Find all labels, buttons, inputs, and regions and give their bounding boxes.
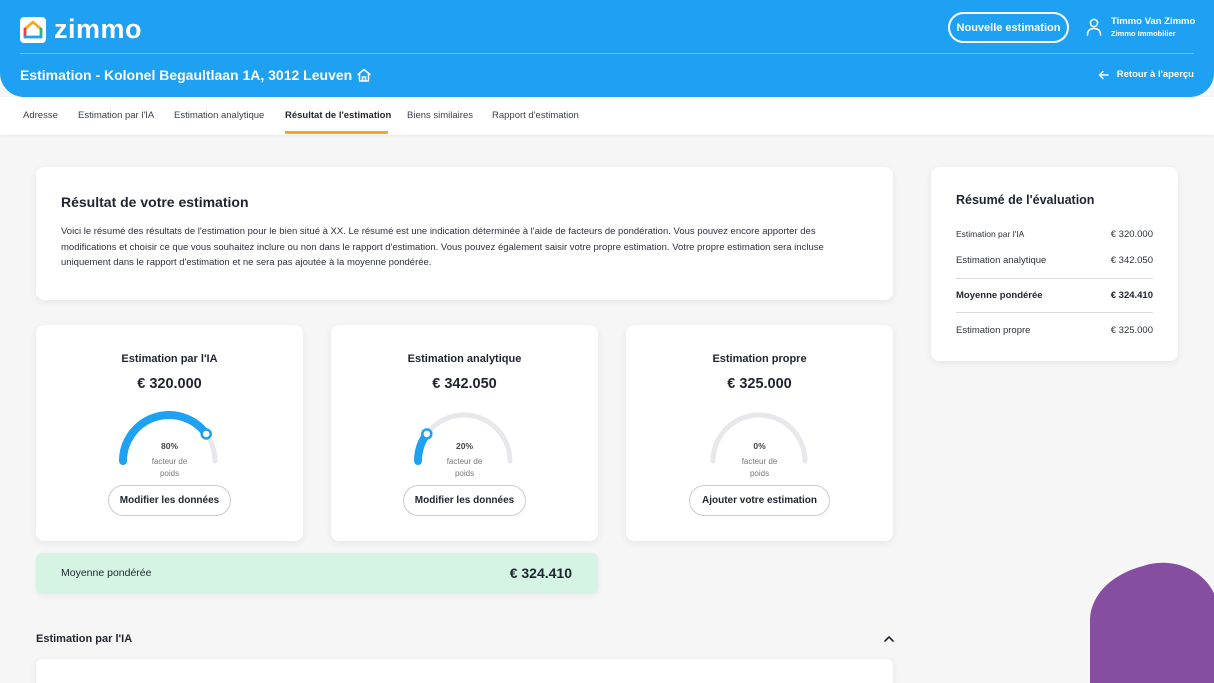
page-title: Estimation - Kolonel Begaultlaan 1A, 301… (20, 67, 353, 83)
summary-row-value: € 325.000 (1110, 325, 1153, 336)
intro-card: Résultat de votre estimation Voici le ré… (36, 167, 893, 300)
new-estimate-button[interactable]: Nouvelle estimation (948, 12, 1069, 43)
back-label: Retour à l'aperçu (1116, 69, 1194, 80)
add-estimate-button[interactable]: Ajouter votre estimation (689, 485, 830, 516)
tab-bar: Adresse Estimation par l'IA Estimation a… (0, 97, 1214, 135)
gauge-fill (119, 411, 211, 465)
zimmo-logo[interactable]: zimmo (20, 14, 142, 45)
summary-row-label: Estimation analytique (956, 255, 1047, 266)
evaluation-summary-card: Résumé de l'évaluation Estimation par l'… (931, 167, 1178, 361)
edit-data-button[interactable]: Modifier les données (403, 485, 526, 516)
user-name: Timmo Van Zimmo (1111, 16, 1196, 27)
summary-divider (956, 278, 1153, 279)
summary-row: Estimation par l'IA € 320.000 (956, 229, 1153, 240)
header-divider (20, 53, 1194, 54)
summary-row: Estimation analytique € 342.050 (956, 255, 1153, 266)
weighted-average-label: Moyenne pondérée (61, 567, 152, 579)
estimate-value: € 342.050 (432, 376, 497, 392)
estimate-title: Estimation par l'IA (121, 353, 218, 365)
summary-title: Résumé de l'évaluation (956, 193, 1095, 207)
weight-label: facteur de poids (151, 457, 188, 478)
tab-analytic-estimate[interactable]: Estimation analytique (174, 110, 264, 121)
user-icon (1086, 18, 1102, 36)
summary-row-label: Estimation propre (956, 325, 1031, 336)
weight-percent: 0% (753, 441, 766, 451)
summary-row-value: € 324.410 (1110, 290, 1153, 301)
ai-estimate-section-header[interactable]: Estimation par l'IA (36, 633, 132, 645)
tab-ai-estimate[interactable]: Estimation par l'IA (78, 110, 154, 121)
tab-similar-properties[interactable]: Biens similaires (407, 110, 473, 121)
gauge-track (415, 412, 513, 464)
analytic-estimate-card: Estimation analytique € 342.050 20% fact… (331, 325, 598, 541)
logo-text: zimmo (54, 14, 143, 44)
summary-row-label: Moyenne pondérée (956, 290, 1043, 301)
gauge-track (710, 412, 808, 464)
intro-text: Voici le résumé des résultats de l'estim… (61, 226, 824, 268)
user-company: Zimmo Immobilier (1111, 29, 1176, 38)
tab-estimate-result[interactable]: Résultat de l'estimation (285, 110, 391, 121)
summary-row-total: Moyenne pondérée € 324.410 (956, 290, 1153, 301)
gauge-knob (421, 428, 433, 440)
summary-row-label: Estimation par l'IA (956, 229, 1025, 239)
estimate-title: Estimation analytique (407, 353, 522, 365)
estimate-value: € 325.000 (727, 376, 792, 392)
home-icon[interactable] (356, 67, 372, 83)
ai-estimate-section-card (36, 659, 893, 683)
estimate-value: € 320.000 (137, 376, 202, 392)
summary-divider (956, 312, 1153, 313)
weight-label: facteur de poids (741, 457, 778, 478)
arrow-left-icon (1098, 70, 1109, 79)
active-tab-indicator (285, 131, 388, 134)
zimmo-logo-icon (20, 16, 46, 43)
intro-title: Résultat de votre estimation (61, 194, 249, 210)
estimate-title: Estimation propre (712, 353, 807, 365)
user-menu[interactable]: Timmo Van Zimmo Zimmo Immobilier (1086, 16, 1195, 40)
tab-estimate-report[interactable]: Rapport d'estimation (492, 110, 579, 121)
weight-percent: 20% (455, 441, 473, 451)
weight-label: facteur de poids (446, 457, 483, 478)
decorative-blob (1090, 562, 1214, 683)
user-info: Timmo Van Zimmo Zimmo Immobilier (1111, 16, 1195, 40)
summary-row-value: € 342.050 (1110, 255, 1153, 266)
edit-data-button[interactable]: Modifier les données (108, 485, 231, 516)
summary-row-value: € 320.000 (1110, 229, 1153, 240)
gauge-track (120, 412, 218, 464)
weighted-average-bar: Moyenne pondérée € 324.410 (36, 553, 598, 594)
own-estimate-card: Estimation propre € 325.000 0% facteur d… (626, 325, 893, 541)
back-to-overview-link[interactable]: Retour à l'aperçu (1098, 69, 1194, 80)
summary-row: Estimation propre € 325.000 (956, 325, 1153, 336)
tab-address[interactable]: Adresse (23, 110, 58, 121)
app-header: zimmo Nouvelle estimation Timmo Van Zimm… (0, 0, 1214, 97)
weight-percent: 80% (160, 441, 178, 451)
ai-estimate-card: Estimation par l'IA € 320.000 80% facteu… (36, 325, 303, 541)
weighted-average-value: € 324.410 (509, 565, 572, 581)
gauge-knob (200, 428, 212, 440)
chevron-up-icon[interactable] (882, 633, 896, 645)
